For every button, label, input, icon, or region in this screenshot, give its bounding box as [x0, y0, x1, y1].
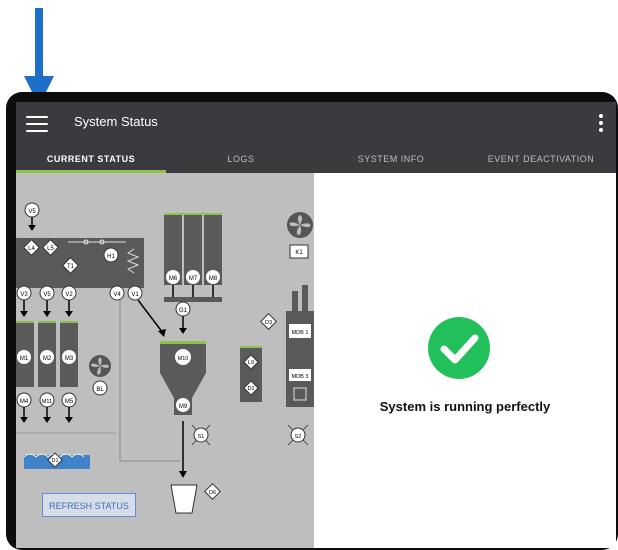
unit-mdb1: MDB 1: [289, 324, 311, 338]
svg-text:V4: V4: [113, 292, 121, 298]
cup-icon: [170, 484, 198, 514]
page-title: System Status: [74, 114, 158, 129]
svg-text:M10: M10: [178, 356, 189, 362]
status-message: System is running perfectly: [379, 399, 551, 414]
label-m11: M11: [39, 392, 55, 408]
svg-text:K1: K1: [295, 250, 303, 256]
svg-text:L9: L9: [248, 360, 254, 366]
svg-text:V5: V5: [43, 292, 51, 298]
svg-text:M9: M9: [179, 404, 188, 410]
svg-text:S1: S1: [198, 434, 205, 440]
label-m5: M5: [61, 392, 77, 408]
label-g1: G1: [175, 301, 191, 317]
svg-text:M5: M5: [65, 399, 74, 405]
svg-text:G1: G1: [179, 308, 188, 314]
svg-text:MDB 3: MDB 3: [292, 374, 309, 380]
valve-v2: V2: [61, 285, 77, 301]
svg-text:D6: D6: [209, 490, 216, 496]
svg-text:V3: V3: [20, 292, 28, 298]
svg-text:L5: L5: [47, 246, 54, 252]
label-m4: M4: [16, 392, 32, 408]
valve-v3: V3: [16, 285, 32, 301]
svg-text:V5: V5: [28, 209, 36, 215]
unit-k1: K1: [289, 244, 309, 259]
sensor-s2: S2: [287, 424, 309, 446]
hamburger-icon[interactable]: [26, 116, 48, 134]
svg-text:M4: M4: [20, 399, 29, 405]
fan-icon: [89, 355, 111, 377]
svg-text:M1: M1: [20, 356, 29, 362]
label-m6: M6: [166, 270, 180, 284]
tab-current-status[interactable]: CURRENT STATUS: [16, 152, 166, 173]
sensor-s1: S1: [191, 424, 211, 446]
diagram-canvas: V5 L4 L5 T1 H1 V3 V5 V2 V4 V1 M1 M2 M3 B…: [16, 202, 314, 514]
refresh-status-button[interactable]: REFRESH STATUS: [42, 493, 136, 517]
app-screen: System Status CURRENT STATUS LOGS SYSTEM…: [16, 102, 616, 548]
tab-bar: CURRENT STATUS LOGS SYSTEM INFO EVENT DE…: [16, 152, 616, 173]
label-m8: M8: [206, 270, 220, 284]
svg-text:M6: M6: [169, 276, 178, 282]
svg-text:V2: V2: [65, 292, 73, 298]
label-m9: M9: [176, 398, 190, 412]
svg-text:D3: D3: [265, 320, 272, 326]
svg-text:V1: V1: [131, 292, 139, 298]
more-vertical-icon[interactable]: [598, 114, 604, 136]
label-m10: M10: [175, 349, 191, 365]
valve-v5: V5: [39, 285, 55, 301]
label-m7: M7: [186, 270, 200, 284]
svg-text:M8: M8: [209, 276, 218, 282]
sensor-d3: D3: [260, 313, 277, 330]
app-bar: System Status: [16, 102, 616, 152]
label-m2: M2: [40, 350, 54, 364]
system-diagram: V5 L4 L5 T1 H1 V3 V5 V2 V4 V1 M1 M2 M3 B…: [16, 173, 314, 548]
valve-v1: V1: [127, 285, 143, 301]
label-m1: M1: [17, 350, 31, 364]
svg-text:T1: T1: [67, 264, 75, 270]
label-m3: M3: [62, 350, 76, 364]
svg-text:MDB 1: MDB 1: [292, 330, 309, 336]
svg-text:M11: M11: [42, 399, 52, 405]
svg-text:D1: D1: [51, 458, 58, 464]
sensor-d6: D6: [204, 483, 221, 500]
label-bl: BL: [92, 380, 108, 396]
svg-text:S2: S2: [295, 434, 302, 440]
svg-text:BL: BL: [96, 387, 104, 393]
svg-text:H1: H1: [107, 254, 115, 260]
svg-text:L4: L4: [28, 246, 35, 252]
tab-system-info[interactable]: SYSTEM INFO: [316, 152, 466, 173]
tab-logs[interactable]: LOGS: [166, 152, 316, 173]
valve-v4: V4: [109, 285, 125, 301]
check-circle-icon: [428, 317, 490, 379]
svg-text:M7: M7: [189, 276, 198, 282]
status-panel: System is running perfectly: [314, 173, 616, 548]
valve-v5-top: V5: [24, 202, 40, 218]
svg-text:M3: M3: [65, 356, 74, 362]
unit-mdb3: MDB 3: [289, 369, 311, 381]
svg-text:M2: M2: [43, 356, 52, 362]
heater-h1: H1: [103, 247, 119, 263]
svg-text:D2: D2: [247, 386, 254, 392]
tab-event-deactivation[interactable]: EVENT DEACTIVATION: [466, 152, 616, 173]
fan-icon: [287, 212, 313, 238]
